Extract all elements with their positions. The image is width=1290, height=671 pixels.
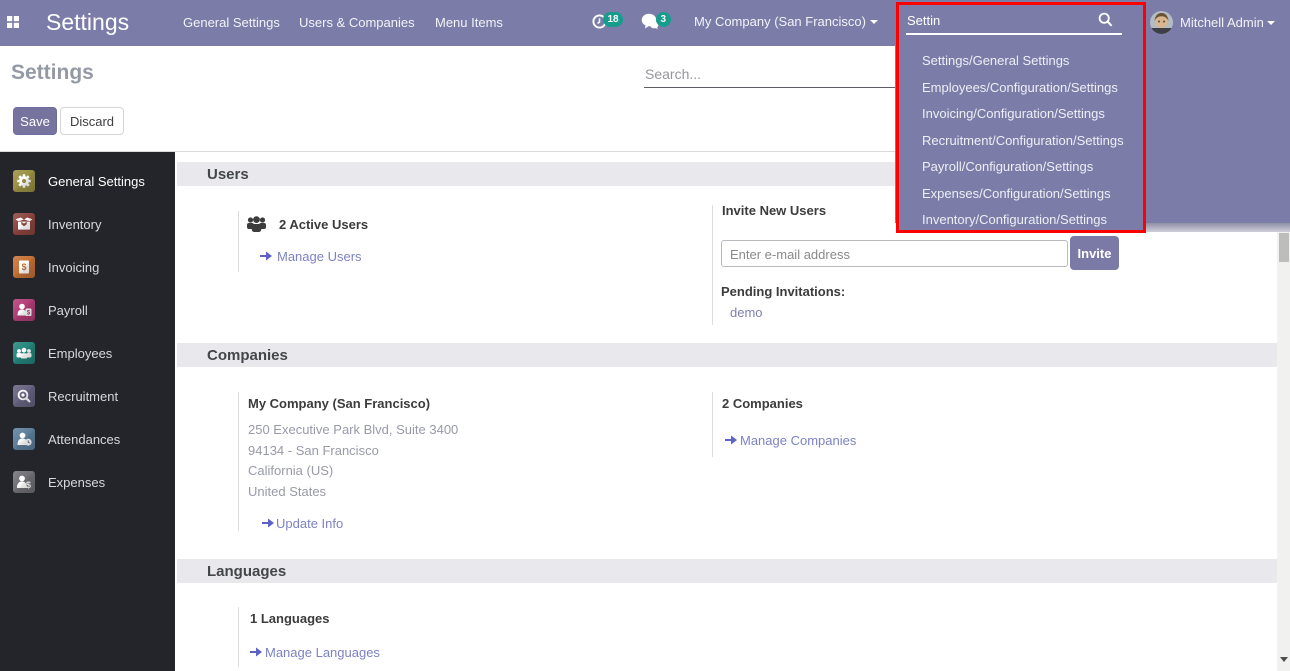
svg-text:$: $ <box>21 262 26 272</box>
svg-text:$: $ <box>26 480 31 490</box>
svg-text:$: $ <box>27 311 31 317</box>
